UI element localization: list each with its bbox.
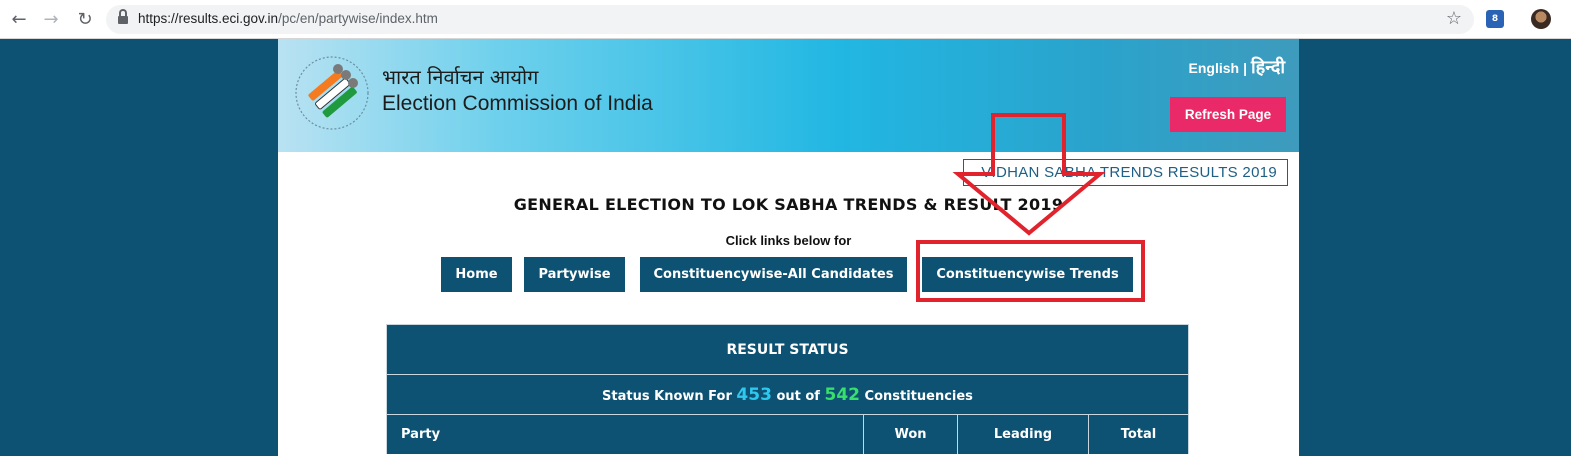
title-hindi: भारत निर्वाचन आयोग <box>382 65 539 89</box>
home-button[interactable]: Home <box>441 257 512 292</box>
known-middle: out of <box>776 389 820 404</box>
constituencywise-trends-button[interactable]: Constituencywise Trends <box>922 257 1133 292</box>
table-header-row: Party Won Leading Total <box>386 414 1189 454</box>
bookmark-star-icon[interactable]: ☆ <box>1446 8 1462 29</box>
header-banner: भारत निर्वाचन आयोग Election Commission o… <box>278 39 1299 152</box>
eci-logo-icon <box>295 56 369 130</box>
title-english: Election Commission of India <box>382 92 653 115</box>
status-known-row: Status Known For 453 out of 542 Constitu… <box>386 374 1189 414</box>
lang-english-link[interactable]: English <box>1189 60 1240 76</box>
known-suffix: Constituencies <box>864 389 973 404</box>
lock-icon[interactable] <box>118 9 128 25</box>
vidhan-sabha-link[interactable]: VIDHAN SABHA TRENDS RESULTS 2019 <box>963 159 1288 186</box>
click-links-label: Click links below for <box>725 233 852 248</box>
known-prefix: Status Known For <box>602 389 732 404</box>
constituencywise-all-candidates-button[interactable]: Constituencywise-All Candidates <box>640 257 907 292</box>
url-text[interactable]: https://results.eci.gov.in/pc/en/partywi… <box>138 11 438 26</box>
column-header-leading[interactable]: Leading <box>957 415 1088 454</box>
refresh-page-button[interactable]: Refresh Page <box>1170 97 1286 132</box>
total-count: 542 <box>824 385 861 405</box>
url-path: /pc/en/partywise/index.htm <box>278 11 438 26</box>
browser-toolbar: ← → ↻ https://results.eci.gov.in/pc/en/p… <box>0 0 1571 39</box>
lang-hindi-link[interactable]: हिन्दी <box>1251 57 1285 78</box>
url-host: https://results.eci.gov.in <box>138 11 279 26</box>
known-count: 453 <box>736 385 772 405</box>
lang-separator: | <box>1243 60 1247 76</box>
page-content: भारत निर्वाचन आयोग Election Commission o… <box>278 39 1299 456</box>
partywise-button[interactable]: Partywise <box>524 257 625 292</box>
page-title: GENERAL ELECTION TO LOK SABHA TRENDS & R… <box>513 195 1064 214</box>
result-status-title: RESULT STATUS <box>386 324 1189 374</box>
result-status-table: RESULT STATUS Status Known For 453 out o… <box>386 324 1189 454</box>
forward-icon[interactable]: → <box>40 9 62 31</box>
reload-icon[interactable]: ↻ <box>74 9 96 31</box>
extension-icon[interactable]: 8 <box>1486 10 1504 28</box>
column-header-won[interactable]: Won <box>863 415 957 454</box>
back-icon[interactable]: ← <box>8 9 30 31</box>
language-switcher: English | हिन्दी <box>1189 55 1286 79</box>
column-header-total[interactable]: Total <box>1088 415 1188 454</box>
profile-avatar[interactable] <box>1531 9 1551 29</box>
column-header-party[interactable]: Party <box>387 415 863 454</box>
address-bar[interactable]: https://results.eci.gov.in/pc/en/partywi… <box>106 5 1474 34</box>
